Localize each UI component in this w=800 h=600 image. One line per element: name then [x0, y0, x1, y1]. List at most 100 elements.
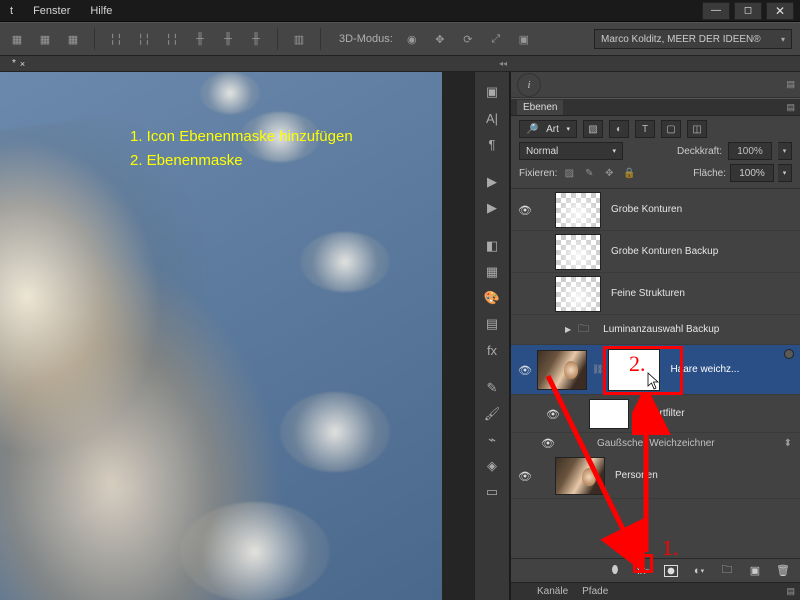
filter-adjust-icon[interactable]: ◐ — [609, 120, 629, 138]
tab-ebenen[interactable]: Ebenen — [517, 100, 563, 115]
tool-presets-panel-icon[interactable]: ▭ — [478, 480, 506, 504]
opacity-stepper[interactable]: ▾ — [778, 142, 792, 160]
lock-all-icon[interactable]: 🔒 — [621, 165, 637, 181]
menu-truncated[interactable]: t — [0, 2, 23, 20]
distrib-3-icon[interactable]: ╎╎ — [163, 30, 181, 48]
align-left-icon[interactable]: ▦ — [8, 30, 26, 48]
link-layers-icon[interactable]: ⬮ — [606, 562, 624, 580]
info-panel-collapsed[interactable]: i ▤ — [511, 72, 800, 98]
fill-stepper[interactable]: ▾ — [778, 164, 792, 182]
panel-menu-icon[interactable]: ▤ — [786, 586, 794, 597]
panel-menu-icon[interactable]: ▤ — [786, 79, 794, 90]
ebenen-panel-menu-icon[interactable]: ▤ — [786, 102, 794, 113]
layer-smartfilter-row[interactable]: Smartfilter — [511, 395, 800, 433]
layer-name[interactable]: Personen — [615, 470, 794, 481]
layer-thumbnail[interactable] — [555, 457, 605, 495]
visibility-toggle[interactable] — [517, 203, 533, 217]
visibility-toggle[interactable] — [517, 469, 533, 483]
link-icon[interactable]: ⛓ — [592, 364, 603, 375]
layer-name[interactable]: Smartfilter — [639, 408, 794, 419]
clone-panel-icon[interactable]: ◈ — [478, 454, 506, 478]
expand-icon[interactable]: ▶ — [565, 325, 571, 334]
lock-transparent-icon[interactable]: ▨ — [561, 165, 577, 181]
3d-orbit-icon[interactable]: ◉ — [403, 30, 421, 48]
minimize-button[interactable]: — — [702, 2, 730, 20]
distrib-5-icon[interactable]: ╫ — [219, 30, 237, 48]
align-right-icon[interactable]: ▦ — [64, 30, 82, 48]
document-canvas[interactable]: 1. Icon Ebenenmaske hinzufügen 2. Ebenen… — [0, 72, 442, 600]
tab-pfade[interactable]: Pfade — [576, 584, 614, 599]
actions-panel-icon[interactable]: ▶ — [478, 170, 506, 194]
3d-cam-icon[interactable]: ▣ — [515, 30, 533, 48]
character-panel-icon[interactable]: A| — [478, 106, 506, 130]
visibility-toggle[interactable] — [545, 407, 561, 421]
layer-name[interactable]: Haare weichz... — [670, 364, 794, 375]
brushsettings-panel-icon[interactable]: ⌁ — [478, 428, 506, 452]
3d-pan-icon[interactable]: ✥ — [431, 30, 449, 48]
filter-kind-dropdown[interactable]: 🔎 Art ▾ — [519, 120, 577, 138]
fill-input[interactable]: 100% — [730, 164, 774, 182]
layer-row[interactable]: Feine Strukturen — [511, 273, 800, 315]
delete-layer-icon[interactable]: 🗑 — [774, 562, 792, 580]
filter-shape-icon[interactable]: ▢ — [661, 120, 681, 138]
properties-panel-icon[interactable]: ✎ — [478, 376, 506, 400]
new-adjustment-icon[interactable]: ◐▾ — [690, 562, 708, 580]
lock-position-icon[interactable]: ✥ — [601, 165, 617, 181]
fill-label: Fläche: — [693, 168, 726, 179]
layer-name[interactable]: Luminanzauswahl Backup — [603, 324, 794, 335]
new-group-icon[interactable]: 🗀 — [718, 562, 736, 580]
smartfilter-item[interactable]: Gaußscher Weichzeichner ⬍ — [511, 433, 800, 453]
layer-style-icon[interactable]: fx▾ — [634, 562, 652, 580]
navigator-panel-icon[interactable]: ◧ — [478, 234, 506, 258]
filter-smart-icon[interactable]: ◫ — [687, 120, 707, 138]
align-center-icon[interactable]: ▦ — [36, 30, 54, 48]
blend-mode-dropdown[interactable]: Normal ▾ — [519, 142, 623, 160]
filter-pixel-icon[interactable]: ▧ — [583, 120, 603, 138]
layer-row[interactable]: Grobe Konturen — [511, 189, 800, 231]
menu-fenster[interactable]: Fenster — [23, 2, 80, 20]
filter-name[interactable]: Gaußscher Weichzeichner — [597, 438, 715, 449]
visibility-toggle[interactable] — [517, 363, 533, 377]
opacity-input[interactable]: 100% — [728, 142, 772, 160]
smartfilter-mask-thumbnail[interactable] — [589, 399, 629, 429]
tab-kanale[interactable]: Kanäle — [531, 584, 574, 599]
layer-name[interactable]: Feine Strukturen — [611, 288, 794, 299]
close-tab-icon[interactable]: × — [20, 59, 25, 69]
add-layer-mask-icon[interactable] — [662, 562, 680, 580]
layer-thumbnail[interactable] — [537, 350, 587, 390]
layer-row[interactable]: Grobe Konturen Backup — [511, 231, 800, 273]
distrib-2-icon[interactable]: ╎╎ — [135, 30, 153, 48]
play-panel-icon[interactable]: ▶ — [478, 196, 506, 220]
styles-panel-icon[interactable]: fx — [478, 338, 506, 362]
maximize-button[interactable]: ◻ — [734, 2, 762, 20]
new-layer-icon[interactable]: ▣ — [746, 562, 764, 580]
layer-group-row[interactable]: ▶ 🗀 Luminanzauswahl Backup — [511, 315, 800, 345]
layer-name[interactable]: Grobe Konturen Backup — [611, 246, 794, 257]
layer-row[interactable]: Personen — [511, 453, 800, 499]
visibility-toggle[interactable] — [541, 436, 555, 450]
filter-type-icon[interactable]: T — [635, 120, 655, 138]
collapse-handle-icon[interactable]: ◂◂ — [499, 59, 507, 68]
3d-roll-icon[interactable]: ⟳ — [459, 30, 477, 48]
brush-panel-icon[interactable]: 🖌 — [478, 402, 506, 426]
document-tab[interactable]: * × — [4, 57, 33, 70]
3d-scale-icon[interactable]: ⤢ — [487, 30, 505, 48]
layer-thumbnail[interactable] — [555, 276, 601, 312]
distrib-4-icon[interactable]: ╫ — [191, 30, 209, 48]
paragraph-panel-icon[interactable]: ¶ — [478, 132, 506, 156]
layer-name[interactable]: Grobe Konturen — [611, 204, 794, 215]
filter-blend-icon[interactable]: ⬍ — [784, 438, 792, 449]
color-panel-icon[interactable]: 🎨 — [478, 286, 506, 310]
workspace-dropdown[interactable]: Marco Kolditz, MEER DER IDEEN® ▾ — [594, 29, 792, 49]
layer-thumbnail[interactable] — [555, 192, 601, 228]
auto-align-icon[interactable]: ▥ — [290, 30, 308, 48]
lock-pixels-icon[interactable]: ✎ — [581, 165, 597, 181]
history-panel-icon[interactable]: ▣ — [478, 80, 506, 104]
close-button[interactable]: ✕ — [766, 2, 794, 20]
distrib-6-icon[interactable]: ╫ — [247, 30, 265, 48]
adjustments-panel-icon[interactable]: ▤ — [478, 312, 506, 336]
swatches-panel-icon[interactable]: ▦ — [478, 260, 506, 284]
layer-thumbnail[interactable] — [555, 234, 601, 270]
distrib-1-icon[interactable]: ╎╎ — [107, 30, 125, 48]
menu-hilfe[interactable]: Hilfe — [80, 2, 122, 20]
